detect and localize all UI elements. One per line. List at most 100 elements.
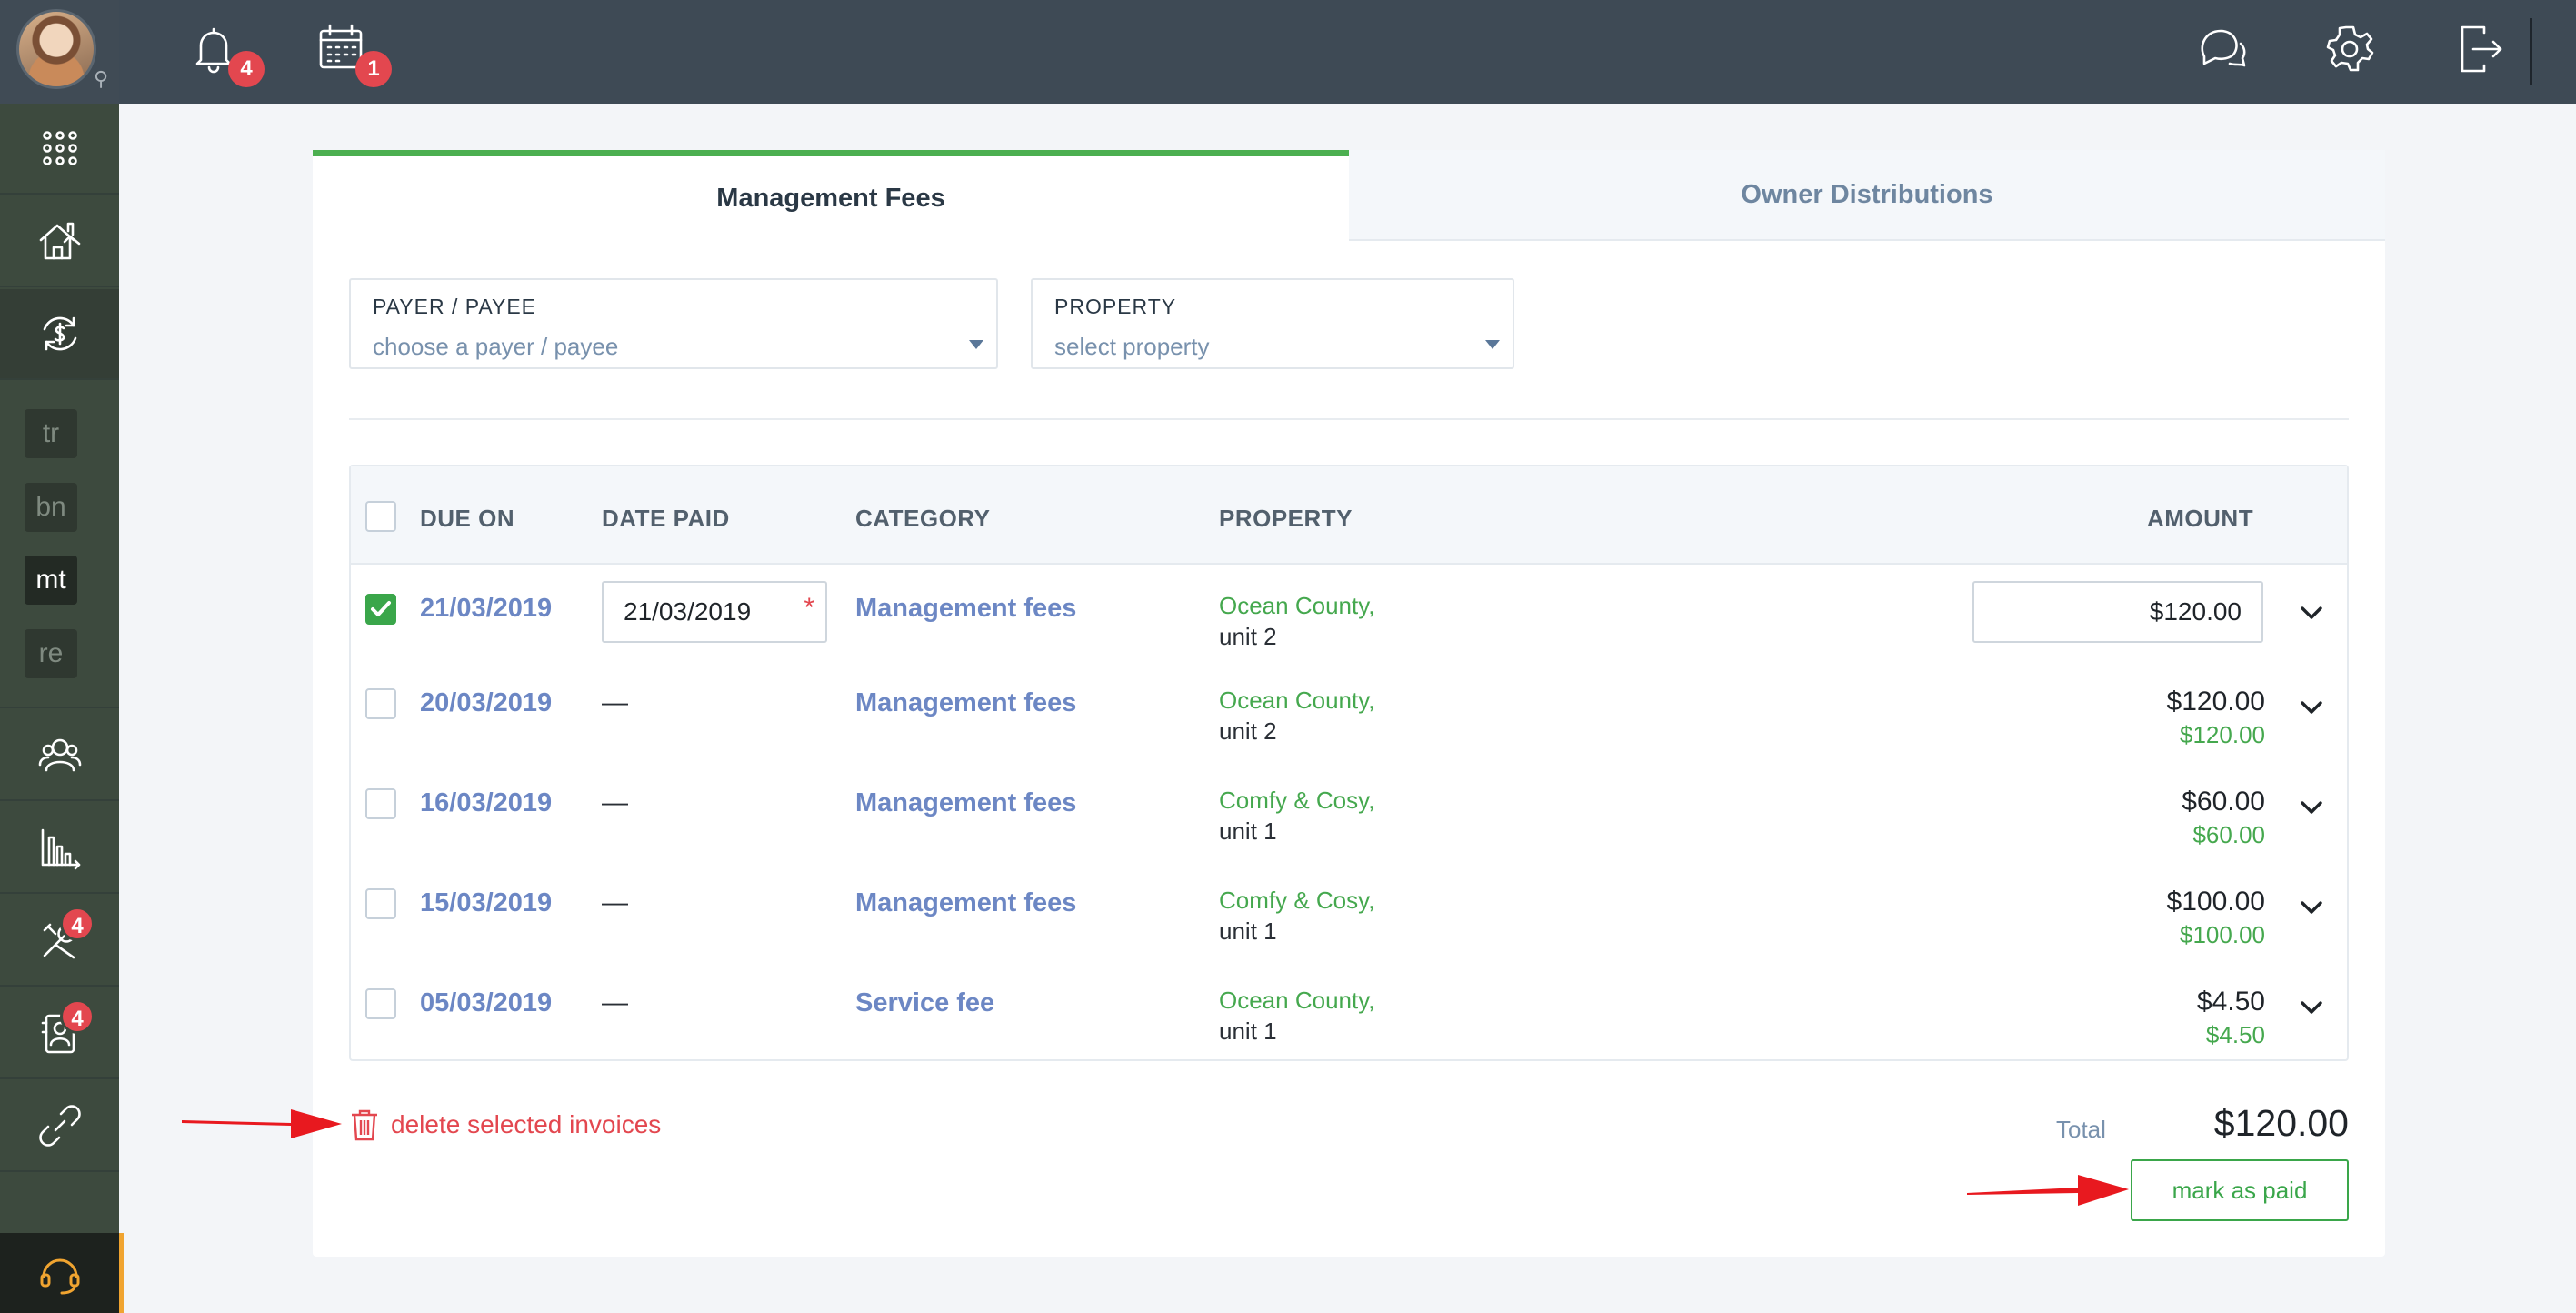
property-name[interactable]: Ocean County,	[1219, 687, 1375, 715]
due-date-link[interactable]: 05/03/2019	[420, 988, 552, 1018]
check-icon	[371, 601, 391, 616]
sidebar-item-contacts[interactable]	[0, 988, 119, 1079]
sidebar-shortcuts: tr bn mt re	[0, 381, 119, 708]
header-due-on[interactable]: DUE ON	[420, 505, 514, 533]
expand-row-button[interactable]	[2298, 894, 2325, 921]
sidebar-item-integrations[interactable]	[0, 1081, 119, 1172]
amount-value: $100.00	[2166, 887, 2265, 917]
amount-value: $60.00	[2182, 787, 2265, 817]
gear-icon	[2326, 25, 2374, 72]
category-link[interactable]: Management fees	[855, 888, 1076, 918]
header-date-paid[interactable]: DATE PAID	[602, 505, 730, 533]
avatar[interactable]	[16, 9, 96, 89]
shortcut-mt[interactable]: mt	[25, 556, 77, 605]
top-bar: 4 1	[119, 0, 2576, 104]
select-all-checkbox[interactable]	[365, 501, 396, 532]
chat-button[interactable]	[2193, 20, 2252, 78]
header-category[interactable]: CATEGORY	[855, 505, 990, 533]
header-amount[interactable]: AMOUNT	[2147, 505, 2253, 533]
property-name[interactable]: Ocean County,	[1219, 987, 1375, 1015]
amount-paid-value: $4.50	[2205, 1021, 2265, 1048]
sidebar-item-accounting[interactable]	[0, 289, 119, 380]
sidebar-item-reports[interactable]	[0, 803, 119, 894]
delete-selected-button[interactable]: delete selected invoices	[349, 1108, 661, 1142]
row-checkbox[interactable]	[365, 688, 396, 719]
property-name[interactable]: Comfy & Cosy,	[1219, 887, 1374, 915]
settings-button[interactable]	[2321, 20, 2379, 78]
table-row: 21/03/2019 21/03/2019 * Management fees …	[351, 566, 2347, 667]
payer-filter-label: PAYER / PAYEE	[373, 295, 537, 318]
sidebar-item-properties[interactable]	[0, 196, 119, 287]
due-date-link[interactable]: 20/03/2019	[420, 688, 552, 718]
category-link[interactable]: Management fees	[855, 594, 1076, 624]
property-name[interactable]: Comfy & Cosy,	[1219, 787, 1374, 815]
table-row: 15/03/2019 — Management fees Comfy & Cos…	[351, 861, 2347, 961]
property-unit: unit 1	[1219, 917, 1277, 945]
shortcut-bn[interactable]: bn	[25, 483, 77, 532]
row-checkbox[interactable]	[365, 788, 396, 819]
total-label: Total	[2056, 1116, 2106, 1143]
row-checkbox[interactable]	[365, 988, 396, 1019]
mark-as-paid-button[interactable]: mark as paid	[2131, 1159, 2349, 1221]
date-paid-value: —	[602, 888, 628, 917]
property-filter[interactable]: PROPERTY select property	[1031, 278, 1514, 369]
property-unit: unit 1	[1219, 817, 1277, 845]
chevron-down-icon	[2301, 701, 2322, 714]
property-name[interactable]: Ocean County,	[1219, 592, 1375, 620]
people-icon	[38, 738, 81, 772]
chevron-down-icon	[2301, 901, 2322, 914]
tab-management-fees[interactable]: Management Fees	[313, 150, 1349, 241]
total-value: $120.00	[2213, 1102, 2349, 1144]
support-button[interactable]	[0, 1233, 119, 1313]
headset-icon	[40, 1258, 79, 1295]
table-row: 05/03/2019 — Service fee Ocean County, u…	[351, 961, 2347, 1061]
property-filter-label: PROPERTY	[1054, 295, 1177, 318]
category-link[interactable]: Management fees	[855, 688, 1076, 718]
property-unit: unit 2	[1219, 623, 1277, 650]
notifications-badge: 4	[228, 51, 265, 87]
invoices-card: Management Fees Owner Distributions PAYE…	[313, 150, 2385, 1257]
annotation-arrow-mark-paid	[1967, 1169, 2131, 1211]
table-row: 16/03/2019 — Management fees Comfy & Cos…	[351, 761, 2347, 861]
row-checkbox[interactable]	[365, 594, 396, 625]
sidebar-item-maintenance[interactable]	[0, 896, 119, 987]
payer-filter-placeholder: choose a payer / payee	[373, 333, 619, 360]
pin-icon[interactable]: ⚲	[89, 67, 113, 91]
logout-icon	[2461, 25, 2502, 73]
sidebar-item-apps[interactable]	[0, 104, 119, 195]
expand-row-button[interactable]	[2298, 599, 2325, 626]
invoices-table: DUE ON DATE PAID CATEGORY PROPERTY AMOUN…	[349, 465, 2349, 1061]
due-date-link[interactable]: 16/03/2019	[420, 788, 552, 818]
amount-input[interactable]: $120.00	[1972, 581, 2263, 643]
category-link[interactable]: Service fee	[855, 988, 994, 1018]
row-checkbox[interactable]	[365, 888, 396, 919]
amount-paid-value: $100.00	[2180, 921, 2265, 948]
divider	[349, 418, 2349, 420]
logout-button[interactable]	[2451, 20, 2510, 78]
tab-owner-distributions[interactable]: Owner Distributions	[1349, 150, 2385, 241]
date-paid-value: —	[602, 788, 628, 817]
due-date-link[interactable]: 15/03/2019	[420, 888, 552, 918]
header-property[interactable]: PROPERTY	[1219, 505, 1353, 533]
date-paid-value: —	[602, 988, 628, 1017]
shortcut-re[interactable]: re	[25, 629, 77, 678]
expand-row-button[interactable]	[2298, 994, 2325, 1021]
expand-row-button[interactable]	[2298, 694, 2325, 721]
dollar-cycle-icon	[43, 316, 76, 351]
apps-grid-icon	[42, 131, 77, 165]
sidebar-item-people[interactable]	[0, 710, 119, 801]
property-unit: unit 2	[1219, 717, 1277, 745]
due-date-link[interactable]: 21/03/2019	[420, 594, 552, 624]
date-paid-input[interactable]: 21/03/2019 *	[602, 581, 827, 643]
bar-chart-icon	[41, 828, 80, 870]
link-icon	[38, 1105, 81, 1147]
trash-icon	[352, 1109, 377, 1141]
property-filter-placeholder: select property	[1054, 333, 1210, 360]
payer-filter[interactable]: PAYER / PAYEE choose a payer / payee	[349, 278, 998, 369]
contacts-badge: 4	[60, 999, 95, 1034]
chevron-down-icon	[969, 340, 983, 349]
property-unit: unit 1	[1219, 1017, 1277, 1045]
expand-row-button[interactable]	[2298, 794, 2325, 821]
category-link[interactable]: Management fees	[855, 788, 1076, 818]
shortcut-tr[interactable]: tr	[25, 409, 77, 458]
